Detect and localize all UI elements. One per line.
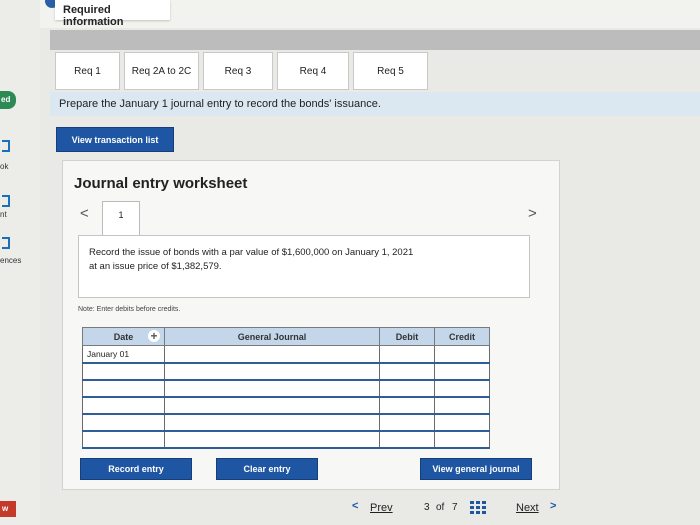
account-cell[interactable] <box>164 396 380 415</box>
chevron-right-icon[interactable]: > <box>550 500 556 512</box>
note-text: Note: Enter debits before credits. <box>78 306 181 313</box>
date-cell[interactable]: January 01 <box>82 345 165 364</box>
account-cell[interactable] <box>164 345 380 364</box>
sidebar-badge-w: w <box>0 501 16 517</box>
table-row <box>82 413 490 432</box>
credit-cell[interactable] <box>434 362 490 381</box>
left-sidebar-fragment: ed ok nt ences w <box>0 0 40 525</box>
table-header-row: Date + General Journal Debit Credit <box>82 327 490 346</box>
debit-cell[interactable] <box>379 362 435 381</box>
references-icon <box>2 237 10 249</box>
tab-req-4[interactable]: Req 4 <box>277 52 349 90</box>
debit-cell[interactable] <box>379 379 435 398</box>
plus-icon[interactable]: + <box>148 330 160 342</box>
debit-header: Debit <box>379 327 435 346</box>
account-cell[interactable] <box>164 362 380 381</box>
table-row <box>82 430 490 449</box>
debit-cell[interactable] <box>379 430 435 449</box>
sidebar-fragment-ences: ences <box>0 256 22 265</box>
description-line-1: Record the issue of bonds with a par val… <box>89 247 414 258</box>
debit-cell[interactable] <box>379 396 435 415</box>
date-cell[interactable] <box>82 379 165 398</box>
tab-req-5[interactable]: Req 5 <box>353 52 428 90</box>
record-entry-button[interactable]: Record entry <box>80 458 192 480</box>
date-cell[interactable] <box>82 430 165 449</box>
status-badge: ed <box>0 91 16 109</box>
credit-cell[interactable] <box>434 396 490 415</box>
debit-cell[interactable] <box>379 345 435 364</box>
journal-table: Date + General Journal Debit Credit Janu… <box>82 327 490 449</box>
next-link[interactable]: Next <box>516 502 539 514</box>
requirement-tabs: Req 1 Req 2A to 2C Req 3 Req 4 Req 5 <box>55 52 432 90</box>
account-cell[interactable] <box>164 430 380 449</box>
debit-cell[interactable] <box>379 413 435 432</box>
clear-entry-button[interactable]: Clear entry <box>216 458 318 480</box>
date-header-label: Date <box>113 331 134 342</box>
date-cell[interactable] <box>82 396 165 415</box>
page-current: 3 <box>424 502 430 513</box>
bookmark-icon <box>2 140 10 152</box>
sidebar-fragment-nt: nt <box>0 210 7 219</box>
credit-header: Credit <box>434 327 490 346</box>
table-row <box>82 379 490 398</box>
general-journal-header: General Journal <box>164 327 380 346</box>
credit-cell[interactable] <box>434 430 490 449</box>
required-information-header: Required information <box>55 0 170 28</box>
date-cell[interactable] <box>82 362 165 381</box>
account-cell[interactable] <box>164 413 380 432</box>
view-general-journal-button[interactable]: View general journal <box>420 458 532 480</box>
description-line-2: at an issue price of $1,382,579. <box>89 261 222 272</box>
tab-band <box>50 30 700 50</box>
print-icon <box>2 195 10 207</box>
tab-req-2a-2c[interactable]: Req 2A to 2C <box>124 52 199 90</box>
transaction-description: Record the issue of bonds with a par val… <box>78 235 530 298</box>
grid-icon[interactable] <box>470 501 486 515</box>
date-header: Date + <box>82 327 165 346</box>
table-row <box>82 362 490 381</box>
tab-req-3[interactable]: Req 3 <box>203 52 273 90</box>
worksheet-title: Journal entry worksheet <box>74 175 248 192</box>
view-transaction-list-button[interactable]: View transaction list <box>56 127 174 152</box>
chevron-right-icon[interactable]: > <box>528 205 537 222</box>
chevron-left-icon[interactable]: < <box>80 205 89 222</box>
table-row: January 01 <box>82 345 490 364</box>
page-total: 7 <box>452 502 458 513</box>
account-cell[interactable] <box>164 379 380 398</box>
entry-tab-1[interactable]: 1 <box>102 201 140 235</box>
table-row <box>82 396 490 415</box>
prev-link[interactable]: Prev <box>370 502 393 514</box>
instruction-text: Prepare the January 1 journal entry to r… <box>50 92 700 116</box>
sidebar-fragment-ok: ok <box>0 162 9 171</box>
credit-cell[interactable] <box>434 345 490 364</box>
page-separator: of <box>436 502 445 513</box>
credit-cell[interactable] <box>434 379 490 398</box>
date-cell[interactable] <box>82 413 165 432</box>
chevron-left-icon[interactable]: < <box>352 500 358 512</box>
credit-cell[interactable] <box>434 413 490 432</box>
tab-req-1[interactable]: Req 1 <box>55 52 120 90</box>
